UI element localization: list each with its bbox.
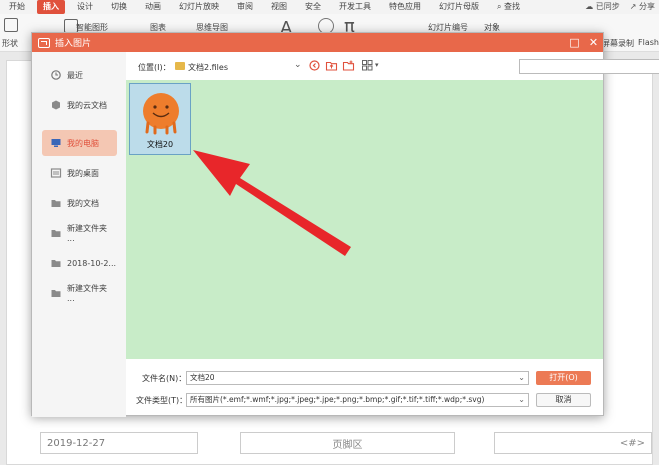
red-arrow-icon bbox=[193, 150, 351, 256]
annotation-arrow bbox=[193, 150, 351, 256]
